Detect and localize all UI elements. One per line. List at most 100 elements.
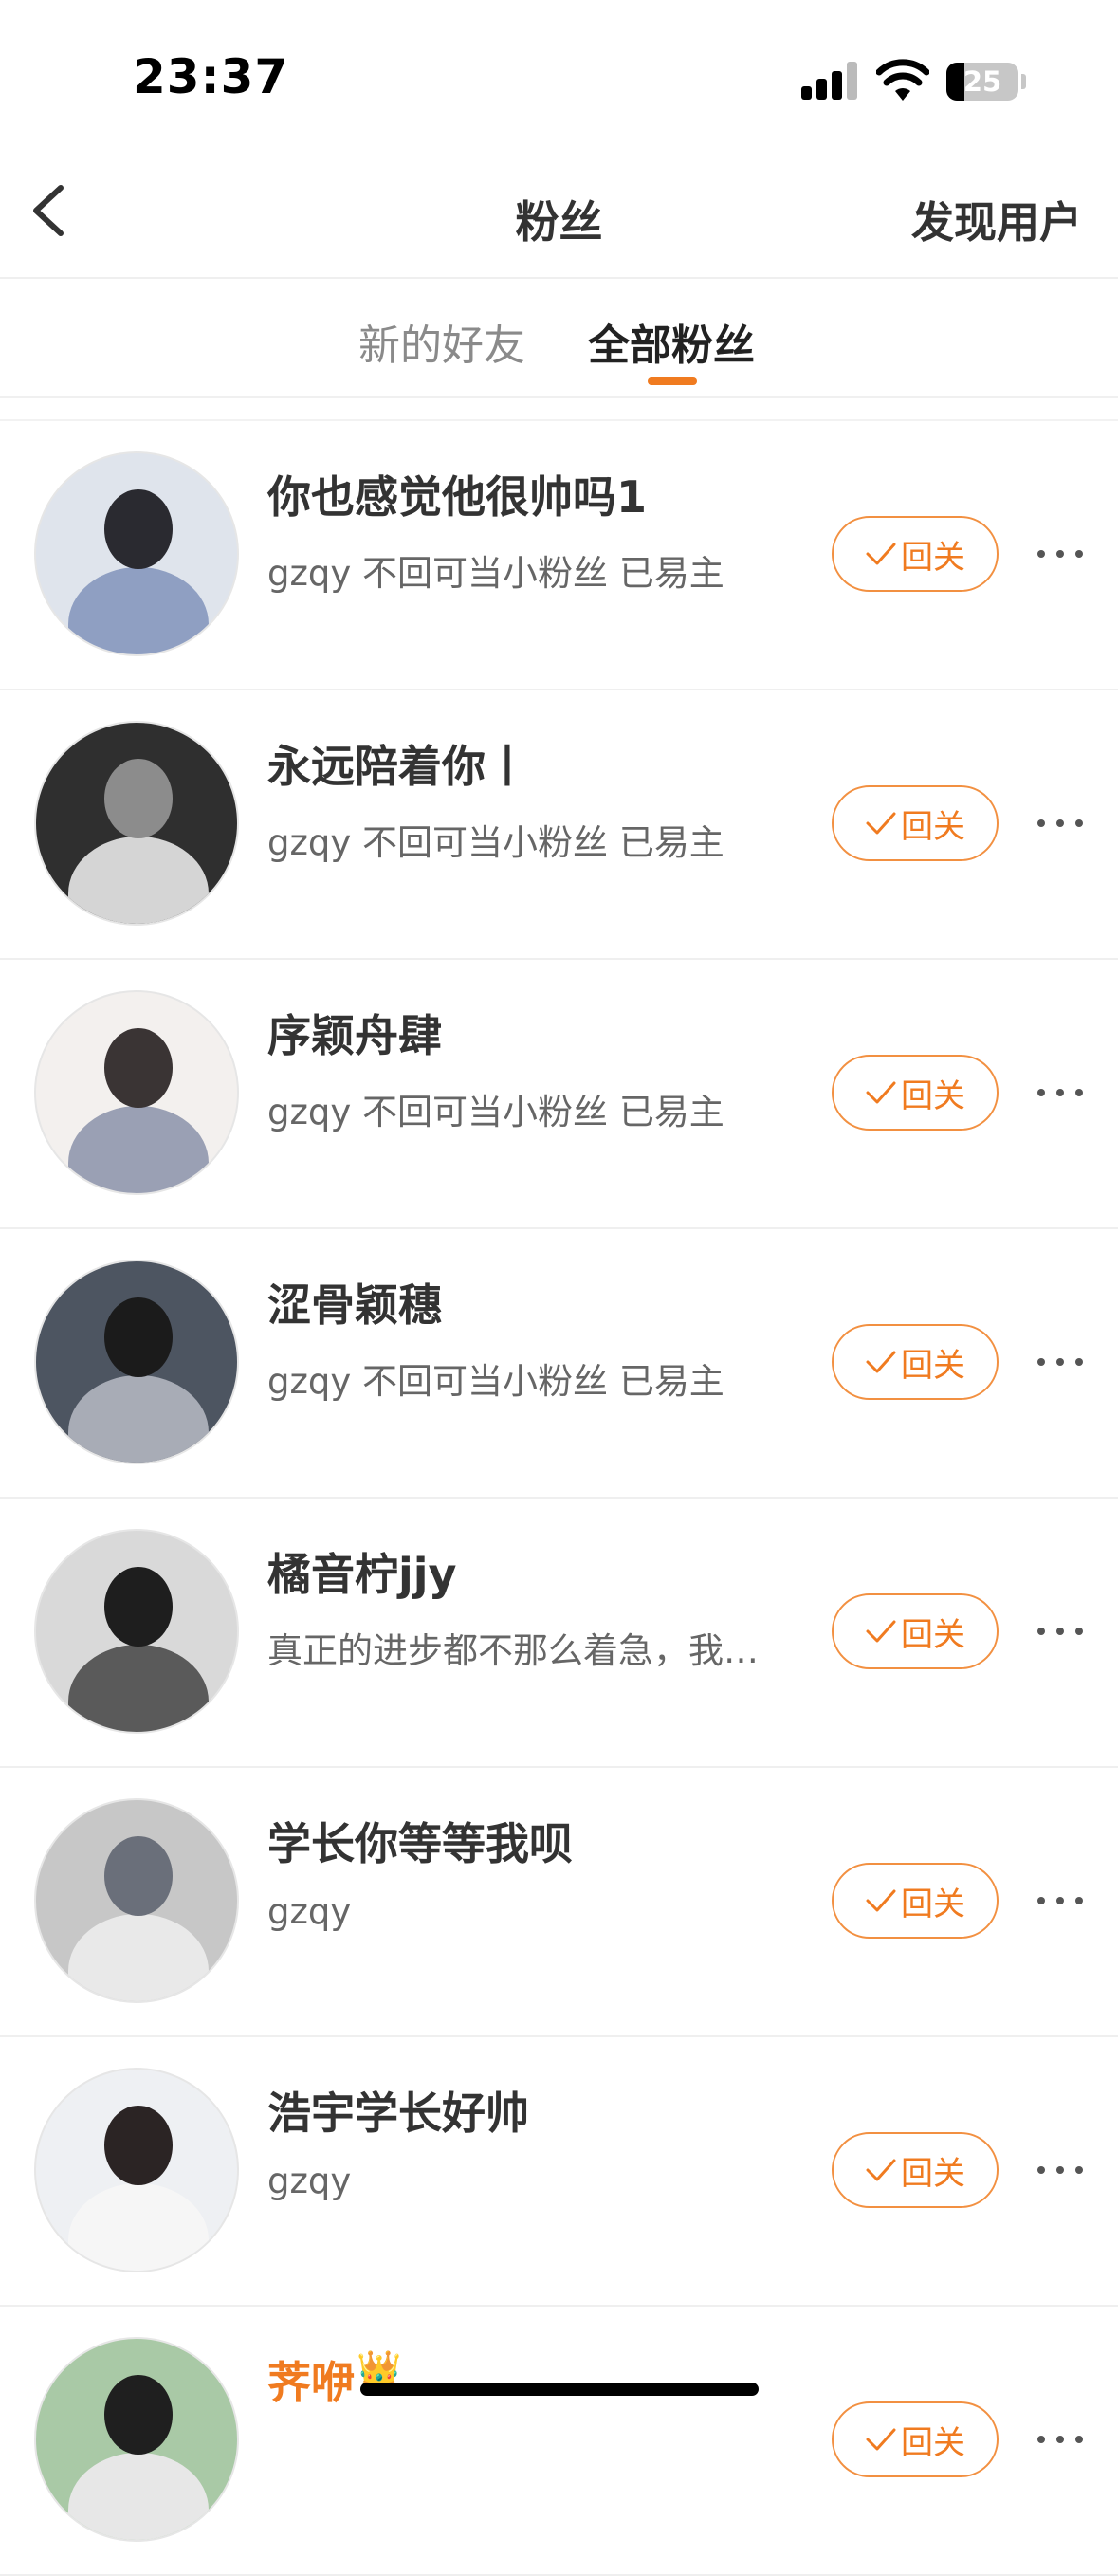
check-icon bbox=[866, 543, 896, 565]
avatar-body bbox=[68, 1106, 209, 1193]
follower-name[interactable]: 浩宇学长好帅 bbox=[267, 2079, 529, 2142]
check-icon bbox=[866, 812, 896, 835]
follower-name[interactable]: 学长你等等我呗 bbox=[267, 1810, 573, 1872]
follower-row[interactable]: 你也感觉他很帅吗1 gzqy 不回可当小粉丝 已易主 回关 bbox=[0, 421, 1118, 690]
follower-bio: gzqy bbox=[267, 2161, 352, 2201]
tab-new-friends[interactable]: 新的好友 bbox=[358, 311, 525, 372]
battery-percentage: 25 bbox=[962, 65, 1002, 98]
follower-row[interactable]: 序颖舟肆 gzqy 不回可当小粉丝 已易主 回关 bbox=[0, 960, 1118, 1229]
avatar-body bbox=[68, 2183, 209, 2271]
avatar-head bbox=[104, 1567, 173, 1647]
avatar[interactable] bbox=[34, 1260, 239, 1464]
follower-name-text: 橘音柠jjy bbox=[267, 1549, 457, 1600]
signal-icon bbox=[801, 62, 858, 100]
status-bar: 23:37 25 bbox=[0, 0, 1118, 142]
more-options-icon[interactable] bbox=[1037, 1893, 1083, 1908]
home-indicator bbox=[360, 2383, 759, 2396]
follower-row[interactable]: 学长你等等我呗 gzqy 回关 bbox=[0, 1768, 1118, 2037]
follower-name[interactable]: 永远陪着你丨 bbox=[267, 732, 529, 795]
follower-bio: gzqy 不回可当小粉丝 已易主 bbox=[267, 553, 724, 594]
follower-row[interactable]: 浩宇学长好帅 gzqy 回关 bbox=[0, 2037, 1118, 2307]
check-icon bbox=[866, 1351, 896, 1373]
avatar[interactable] bbox=[34, 2337, 239, 2542]
avatar-body bbox=[68, 567, 209, 654]
check-icon bbox=[866, 1620, 896, 1643]
follower-name-text: 涩骨颖穗 bbox=[267, 1279, 442, 1331]
follower-bio: gzqy 不回可当小粉丝 已易主 bbox=[267, 1361, 724, 1402]
follow-back-button[interactable]: 回关 bbox=[832, 516, 999, 592]
follower-bio: 真正的进步都不那么着急，我… bbox=[267, 1630, 759, 1671]
follower-row[interactable]: 涩骨颖穗 gzqy 不回可当小粉丝 已易主 回关 bbox=[0, 1229, 1118, 1499]
battery-tip bbox=[1021, 74, 1026, 89]
follow-back-label: 回关 bbox=[901, 2423, 965, 2462]
follower-tabs: 新的好友 全部粉丝 bbox=[0, 279, 1118, 398]
avatar-body bbox=[68, 837, 209, 924]
tab-all-followers[interactable]: 全部粉丝 bbox=[588, 311, 755, 372]
follow-back-button[interactable]: 回关 bbox=[832, 1593, 999, 1669]
check-icon bbox=[866, 1081, 896, 1104]
follow-back-button[interactable]: 回关 bbox=[832, 785, 999, 861]
battery-icon: 25 bbox=[946, 63, 1018, 101]
follower-row[interactable]: 橘音柠jjy 真正的进步都不那么着急，我… 回关 bbox=[0, 1499, 1118, 1768]
follower-name[interactable]: 序颖舟肆 bbox=[267, 1002, 442, 1064]
follow-back-button[interactable]: 回关 bbox=[832, 2401, 999, 2477]
follower-list: 你也感觉他很帅吗1 gzqy 不回可当小粉丝 已易主 回关 永远陪着你丨 gzq… bbox=[0, 419, 1118, 2576]
follow-back-label: 回关 bbox=[901, 1885, 965, 1923]
follow-back-label: 回关 bbox=[901, 1615, 965, 1654]
follower-name[interactable]: 你也感觉他很帅吗1 bbox=[267, 463, 647, 525]
avatar[interactable] bbox=[34, 1529, 239, 1734]
avatar-body bbox=[68, 1914, 209, 2001]
avatar-head bbox=[104, 759, 173, 838]
avatar-head bbox=[104, 1836, 173, 1916]
active-tab-indicator bbox=[648, 377, 697, 385]
follow-back-label: 回关 bbox=[901, 1076, 965, 1115]
more-options-icon[interactable] bbox=[1037, 546, 1083, 561]
avatar-head bbox=[104, 1028, 173, 1108]
more-options-icon[interactable] bbox=[1037, 2162, 1083, 2178]
follower-name[interactable]: 荠咿👑 bbox=[267, 2348, 401, 2411]
avatar[interactable] bbox=[34, 2068, 239, 2272]
avatar-head bbox=[104, 2375, 173, 2455]
follow-back-button[interactable]: 回关 bbox=[832, 1863, 999, 1939]
discover-users-button[interactable]: 发现用户 bbox=[911, 188, 1082, 249]
avatar[interactable] bbox=[34, 721, 239, 926]
avatar-body bbox=[68, 1645, 209, 1732]
navigation-bar: 粉丝 发现用户 bbox=[0, 142, 1118, 279]
check-icon bbox=[866, 2428, 896, 2451]
more-options-icon[interactable] bbox=[1037, 1354, 1083, 1370]
follower-bio: gzqy 不回可当小粉丝 已易主 bbox=[267, 822, 724, 863]
avatar[interactable] bbox=[34, 990, 239, 1195]
follower-bio: gzqy bbox=[267, 1891, 352, 1932]
follow-back-button[interactable]: 回关 bbox=[832, 1055, 999, 1131]
follower-bio: gzqy 不回可当小粉丝 已易主 bbox=[267, 1092, 724, 1132]
more-options-icon[interactable] bbox=[1037, 816, 1083, 831]
more-options-icon[interactable] bbox=[1037, 2432, 1083, 2447]
more-options-icon[interactable] bbox=[1037, 1624, 1083, 1639]
check-icon bbox=[866, 1889, 896, 1912]
status-time: 23:37 bbox=[133, 49, 289, 104]
follower-name-text: 永远陪着你丨 bbox=[267, 741, 529, 792]
wifi-icon bbox=[876, 59, 929, 101]
avatar[interactable] bbox=[34, 1798, 239, 2003]
follow-back-label: 回关 bbox=[901, 538, 965, 577]
follower-name-text: 你也感觉他很帅吗1 bbox=[267, 471, 648, 523]
avatar-head bbox=[104, 2106, 173, 2185]
check-icon bbox=[866, 2159, 896, 2181]
follower-name-text: 浩宇学长好帅 bbox=[267, 2088, 529, 2139]
avatar[interactable] bbox=[34, 451, 239, 656]
avatar-head bbox=[104, 1297, 173, 1377]
follower-name[interactable]: 涩骨颖穗 bbox=[267, 1271, 442, 1334]
follow-back-label: 回关 bbox=[901, 2154, 965, 2193]
follow-back-button[interactable]: 回关 bbox=[832, 2132, 999, 2208]
more-options-icon[interactable] bbox=[1037, 1085, 1083, 1100]
follower-name-text: 学长你等等我呗 bbox=[267, 1818, 573, 1869]
avatar-body bbox=[68, 2453, 209, 2540]
follow-back-label: 回关 bbox=[901, 1346, 965, 1385]
follower-name-text: 序颖舟肆 bbox=[267, 1010, 442, 1061]
follower-row[interactable]: 荠咿👑 回关 bbox=[0, 2307, 1118, 2576]
follower-name-text: 荠咿 bbox=[267, 2357, 355, 2408]
follower-name[interactable]: 橘音柠jjy bbox=[267, 1540, 457, 1603]
follower-row[interactable]: 永远陪着你丨 gzqy 不回可当小粉丝 已易主 回关 bbox=[0, 690, 1118, 960]
follow-back-button[interactable]: 回关 bbox=[832, 1324, 999, 1400]
follow-back-label: 回关 bbox=[901, 807, 965, 846]
